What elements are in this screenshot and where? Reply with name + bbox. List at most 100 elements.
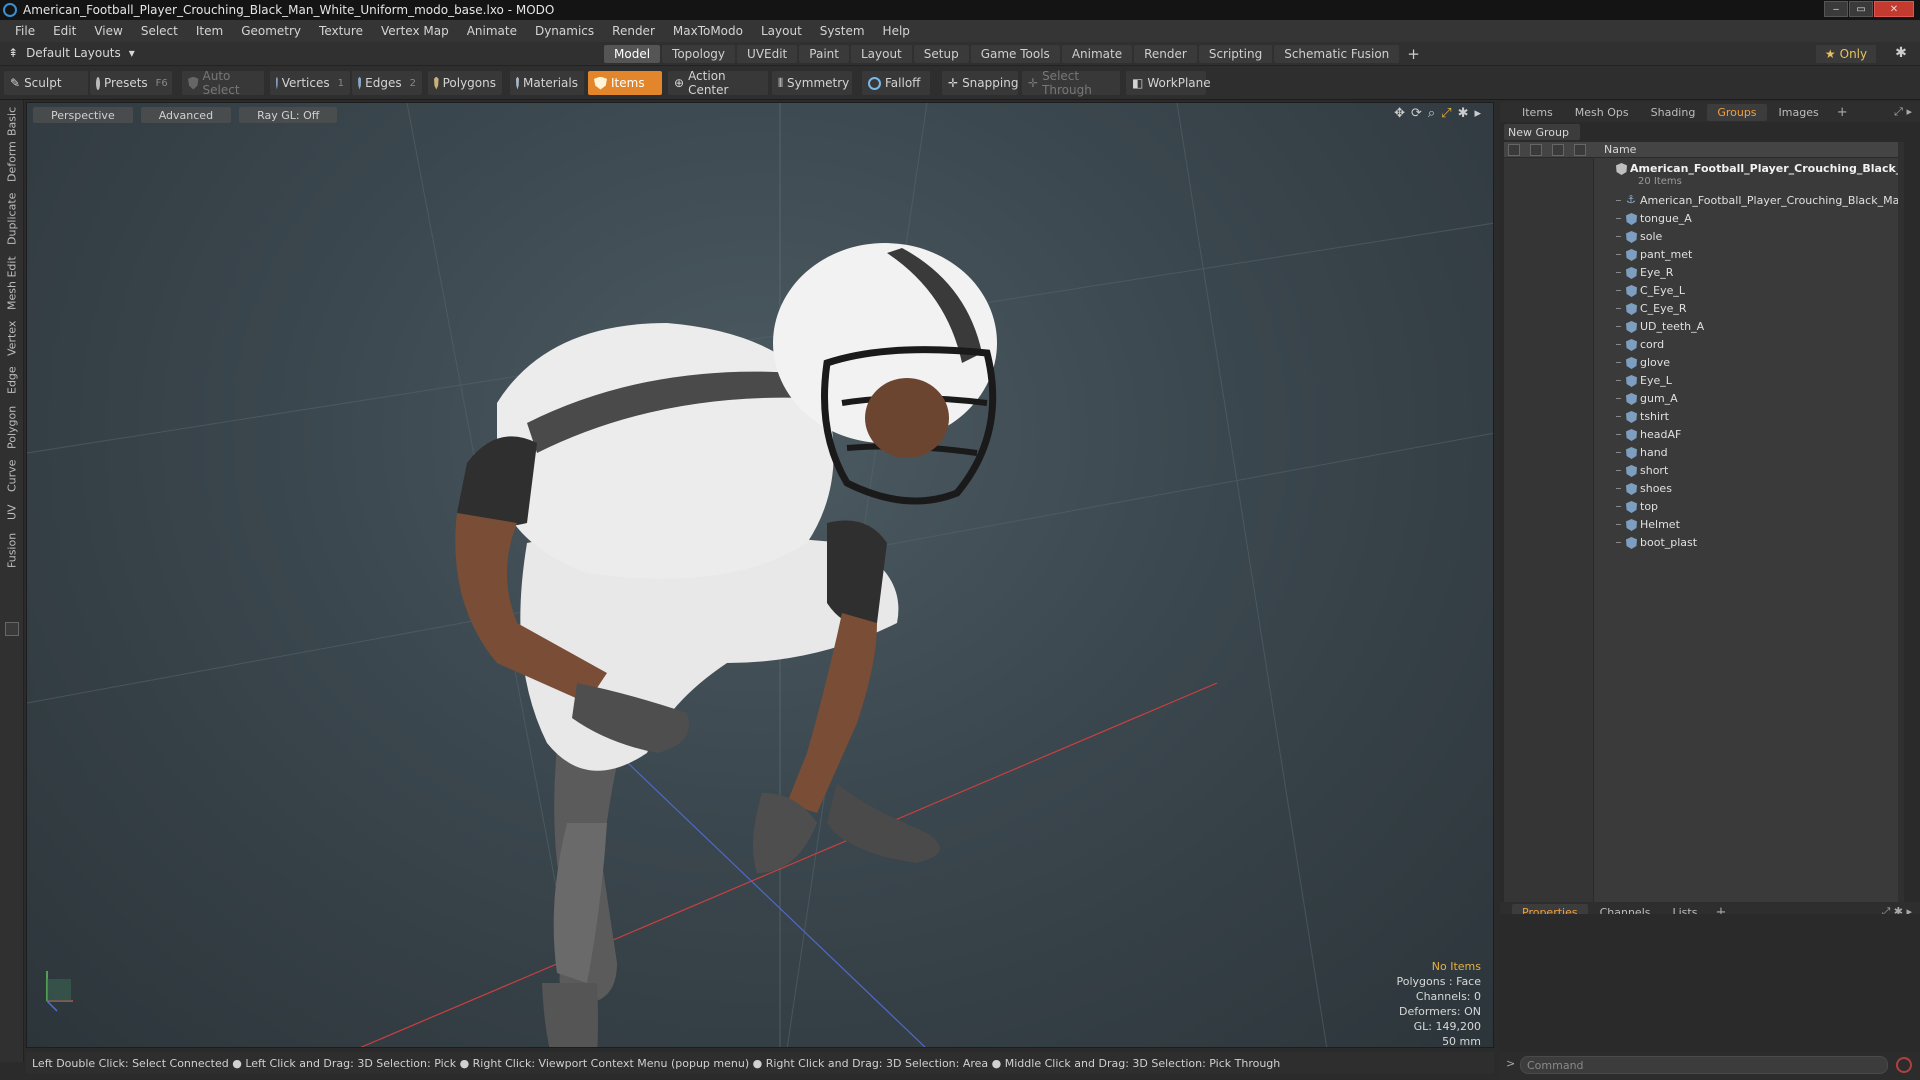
left-tab-uv[interactable]: UV <box>4 500 20 524</box>
tab-topology[interactable]: Topology <box>662 45 736 63</box>
left-tab-duplicate[interactable]: Duplicate <box>4 190 20 248</box>
materials-button[interactable]: Materials <box>510 71 584 95</box>
default-layouts-dropdown[interactable]: ⇞ Default Layouts ▾ <box>8 46 135 60</box>
add-tab-button[interactable]: + <box>1401 45 1426 63</box>
sculpt-button[interactable]: ✎ Sculpt <box>4 71 88 95</box>
expand-panel-icon[interactable]: ⤢ ▸ <box>1894 105 1912 119</box>
tree-scrollbar[interactable] <box>1898 142 1904 902</box>
action-center-button[interactable]: ⊕ Action Center <box>668 69 768 97</box>
tree-row-item[interactable]: headAF <box>1504 426 1904 444</box>
zoom-fit-icon[interactable]: ⤢ <box>1441 106 1451 121</box>
tab-setup[interactable]: Setup <box>913 45 969 63</box>
tab-game-tools[interactable]: Game Tools <box>970 45 1060 63</box>
vertices-button[interactable]: Vertices 1 <box>270 71 350 95</box>
menu-file[interactable]: File <box>6 24 44 38</box>
left-tab-curve[interactable]: Curve <box>4 458 20 494</box>
menu-maxtomodo[interactable]: MaxToModo <box>664 24 752 38</box>
edges-button[interactable]: Edges 2 <box>352 71 422 95</box>
maximize-button[interactable]: ▭ <box>1849 1 1873 17</box>
tab-uvedit[interactable]: UVEdit <box>737 45 798 63</box>
menu-edit[interactable]: Edit <box>44 24 85 38</box>
left-tab-vertex[interactable]: Vertex <box>4 318 20 358</box>
add-panel-tab-button[interactable]: + <box>1831 105 1854 120</box>
viewport-menu-arrow-icon[interactable]: ▸ <box>1474 106 1481 121</box>
tab-groups[interactable]: Groups <box>1707 103 1767 121</box>
falloff-button[interactable]: Falloff <box>862 71 930 95</box>
workplane-button[interactable]: ◧ WorkPlane <box>1126 71 1211 95</box>
menu-vertex-map[interactable]: Vertex Map <box>372 24 458 38</box>
tab-items[interactable]: Items <box>1512 104 1563 121</box>
tree-row-item[interactable]: pant_met <box>1504 246 1904 264</box>
new-group-button[interactable]: New Group <box>1504 124 1580 140</box>
command-input[interactable]: Command <box>1520 1056 1888 1074</box>
left-tab-deform[interactable]: Deform <box>4 142 20 183</box>
tree-row-item[interactable]: hand <box>1504 444 1904 462</box>
menu-dynamics[interactable]: Dynamics <box>526 24 603 38</box>
tree-row-item[interactable]: cord <box>1504 336 1904 354</box>
close-button[interactable]: ✕ <box>1874 1 1914 17</box>
shading-mode-dropdown[interactable]: Advanced <box>140 107 232 123</box>
left-tab-polygon[interactable]: Polygon <box>4 402 20 452</box>
tree-row-item[interactable]: UD_teeth_A <box>1504 318 1904 336</box>
symmetry-button[interactable]: ⫴ Symmetry <box>772 71 852 95</box>
tab-layout[interactable]: Layout <box>850 45 912 63</box>
menu-select[interactable]: Select <box>132 24 187 38</box>
tree-row-item[interactable]: C_Eye_R <box>1504 300 1904 318</box>
raygl-toggle[interactable]: Ray GL: Off <box>239 107 338 123</box>
menu-texture[interactable]: Texture <box>310 24 372 38</box>
menu-geometry[interactable]: Geometry <box>232 24 310 38</box>
tree-row-item[interactable]: shoes <box>1504 480 1904 498</box>
left-tab-mesh-edit[interactable]: Mesh Edit <box>4 254 20 312</box>
minimize-button[interactable]: ‒ <box>1824 1 1848 17</box>
snapping-button[interactable]: ✛ Snapping <box>942 71 1018 95</box>
menu-item[interactable]: Item <box>187 24 232 38</box>
auto-select-button[interactable]: Auto Select <box>182 69 264 97</box>
only-toggle[interactable]: ★ Only <box>1816 45 1876 63</box>
tab-scripting[interactable]: Scripting <box>1198 45 1273 63</box>
tree-row-item[interactable]: boot_plast <box>1504 534 1904 552</box>
menu-layout[interactable]: Layout <box>752 24 811 38</box>
tab-animate[interactable]: Animate <box>1061 45 1133 63</box>
items-button[interactable]: Items <box>588 71 662 95</box>
tab-model[interactable]: Model <box>604 45 661 63</box>
tree-row-item[interactable]: short <box>1504 462 1904 480</box>
tab-schematic-fusion[interactable]: Schematic Fusion <box>1274 45 1400 63</box>
menu-view[interactable]: View <box>85 24 131 38</box>
tree-row-item[interactable]: tshirt <box>1504 408 1904 426</box>
tree-row-locator[interactable]: ⚓ American_Football_Player_Crouching_Bla… <box>1504 192 1904 210</box>
render-icon[interactable] <box>1530 144 1542 156</box>
left-tab-edge[interactable]: Edge <box>4 364 20 396</box>
left-tab-fusion[interactable]: Fusion <box>4 530 20 570</box>
menu-help[interactable]: Help <box>874 24 919 38</box>
tab-options-button[interactable] <box>5 622 19 636</box>
pan-icon[interactable]: ✥ <box>1394 106 1405 121</box>
tab-images[interactable]: Images <box>1769 104 1829 121</box>
lock-icon[interactable] <box>1552 144 1564 156</box>
stop-icon[interactable] <box>1896 1057 1912 1073</box>
tree-row-item[interactable]: gum_A <box>1504 390 1904 408</box>
left-tab-basic[interactable]: Basic <box>4 106 20 136</box>
tree-row-item[interactable]: Eye_R <box>1504 264 1904 282</box>
polygons-button[interactable]: Polygons <box>428 71 502 95</box>
3d-viewport[interactable]: Perspective Advanced Ray GL: Off ✥ ⟳ ⌕ ⤢… <box>26 102 1494 1048</box>
gear-icon[interactable]: ✱ <box>1892 45 1910 63</box>
rotate-icon[interactable]: ⟳ <box>1411 106 1422 121</box>
presets-button[interactable]: Presets F6 <box>90 71 172 95</box>
tree-row-item[interactable]: C_Eye_L <box>1504 282 1904 300</box>
tree-row-item[interactable]: sole <box>1504 228 1904 246</box>
tree-row-item[interactable]: top <box>1504 498 1904 516</box>
view-type-dropdown[interactable]: Perspective <box>33 107 133 123</box>
visibility-eye-icon[interactable] <box>1508 144 1520 156</box>
tab-mesh-ops[interactable]: Mesh Ops <box>1565 104 1639 121</box>
tree-row-item[interactable]: glove <box>1504 354 1904 372</box>
tab-render[interactable]: Render <box>1134 45 1197 63</box>
tree-row-item[interactable]: Eye_L <box>1504 372 1904 390</box>
select-through-button[interactable]: ✛ Select Through <box>1022 69 1120 97</box>
menu-render[interactable]: Render <box>603 24 664 38</box>
select-icon[interactable] <box>1574 144 1586 156</box>
viewport-gear-icon[interactable]: ✱ <box>1458 106 1469 121</box>
zoom-icon[interactable]: ⌕ <box>1428 106 1435 121</box>
tree-row-item[interactable]: tongue_A <box>1504 210 1904 228</box>
menu-animate[interactable]: Animate <box>458 24 526 38</box>
menu-system[interactable]: System <box>811 24 874 38</box>
